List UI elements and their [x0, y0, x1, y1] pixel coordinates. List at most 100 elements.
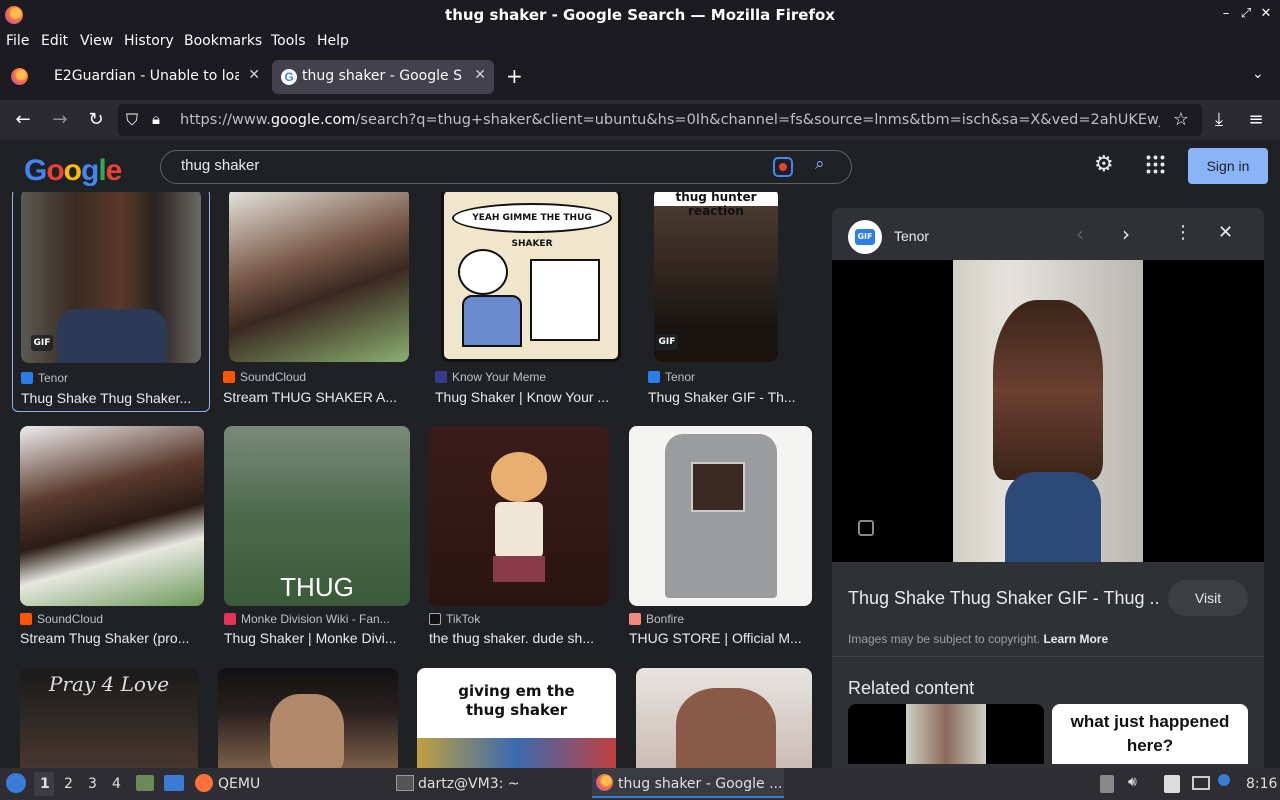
image-result-10[interactable] [218, 668, 398, 768]
image-result-11[interactable]: giving em the thug shaker [417, 668, 616, 768]
image-result-4[interactable]: thug hunter reaction GIF Tenor Thug Shak… [648, 188, 812, 412]
menu-help[interactable]: Help [317, 33, 349, 49]
result-thumbnail[interactable]: thug hunter reaction GIF [654, 188, 778, 362]
shield-icon[interactable]: ⛉ [126, 110, 138, 130]
image-result-6[interactable]: THUG SHAKER Monke Division Wiki - Fan...… [224, 426, 410, 652]
taskbar-app-firefox[interactable]: thug shaker - Google ... [618, 776, 782, 792]
workspace-3[interactable]: 3 [88, 776, 97, 792]
apps-grid-icon[interactable] [1145, 154, 1165, 174]
update-notifier-icon[interactable] [1218, 774, 1230, 786]
menu-tools[interactable]: Tools [271, 33, 306, 49]
result-title[interactable]: Thug Shaker | Know Your ... [435, 389, 615, 405]
workspace-4[interactable]: 4 [112, 776, 121, 792]
file-manager-icon[interactable] [136, 775, 154, 791]
close-tab-icon[interactable]: ✕ [248, 67, 260, 83]
result-thumbnail[interactable] [218, 668, 398, 768]
google-logo[interactable]: Google [24, 154, 122, 188]
result-title[interactable]: Stream THUG SHAKER A... [223, 389, 403, 405]
copyright-notice: Images may be subject to copyright. Lear… [848, 632, 1109, 646]
result-thumbnail[interactable] [20, 426, 204, 606]
panel-source[interactable]: Tenor [894, 228, 929, 244]
settings-gear-icon[interactable]: ⚙ [1094, 152, 1114, 177]
reload-icon[interactable]: ↻ [85, 109, 107, 130]
image-result-8[interactable]: Bonfire THUG STORE | Official M... [629, 426, 812, 652]
image-result-12[interactable] [636, 668, 812, 768]
forward-icon[interactable]: → [49, 109, 71, 130]
image-result-7[interactable]: TikTok the thug shaker. dude sh... [429, 426, 609, 652]
desktop-icon[interactable] [164, 775, 184, 791]
close-tab-icon[interactable]: ✕ [474, 67, 486, 83]
close-window-icon[interactable]: ✕ [1258, 6, 1274, 21]
menu-view[interactable]: View [80, 33, 113, 49]
workspace-1[interactable]: 1 [40, 776, 50, 792]
window-title: thug shaker - Google Search — Mozilla Fi… [445, 6, 835, 24]
sign-in-button[interactable]: Sign in [1188, 148, 1268, 184]
result-thumbnail[interactable]: YEAH GIMME THE THUG SHAKER [441, 188, 621, 362]
url-bar[interactable]: ⛉ 🔒︎ https://www.google.com/search?q=thu… [118, 104, 1202, 136]
result-thumbnail[interactable] [429, 426, 609, 606]
menu-hamburger-icon[interactable]: ≡ [1245, 109, 1267, 130]
terminal-icon[interactable] [396, 775, 414, 791]
result-title[interactable]: THUG STORE | Official M... [629, 630, 805, 646]
menu-bookmarks[interactable]: Bookmarks [184, 33, 262, 49]
related-thumbnail-1[interactable] [848, 704, 1044, 764]
camera-search-icon[interactable] [773, 157, 793, 177]
workspace-2[interactable]: 2 [64, 776, 73, 792]
url-text[interactable]: https://www.google.com/search?q=thug+sha… [180, 112, 1160, 128]
preview-image[interactable] [953, 260, 1143, 562]
menu-history[interactable]: History [124, 33, 174, 49]
previous-icon[interactable]: ‹ [1076, 222, 1084, 246]
notes-icon[interactable] [1164, 775, 1180, 793]
taskbar-app-qemu[interactable]: QEMU [218, 776, 260, 792]
minimize-icon[interactable]: – [1218, 6, 1234, 21]
new-tab-icon[interactable]: + [506, 64, 523, 88]
clipboard-icon[interactable] [1100, 775, 1114, 793]
result-thumbnail[interactable]: Pray 4 Love [20, 668, 198, 768]
firefox-task-icon[interactable] [596, 774, 613, 791]
result-thumbnail[interactable]: THUG SHAKER [224, 426, 410, 606]
list-tabs-icon[interactable]: ⌄ [1252, 66, 1264, 82]
image-result-3[interactable]: YEAH GIMME THE THUG SHAKER Know Your Mem… [435, 188, 621, 412]
more-options-icon[interactable]: ⋮ [1174, 222, 1192, 243]
network-icon[interactable] [1192, 776, 1210, 790]
back-icon[interactable]: ← [12, 109, 34, 130]
menu-file[interactable]: File [6, 33, 29, 49]
bookmark-star-icon[interactable]: ☆ [1170, 109, 1192, 130]
result-title[interactable]: Stream Thug Shaker (pro... [20, 630, 204, 646]
volume-icon[interactable]: 🔊︎ [1128, 774, 1137, 790]
result-thumbnail[interactable]: giving em the thug shaker [417, 668, 616, 768]
visit-button[interactable]: Visit [1168, 580, 1248, 616]
image-result-5[interactable]: SoundCloud Stream Thug Shaker (pro... [20, 426, 204, 652]
tab-google-search[interactable]: G thug shaker - Google Sea ✕ [272, 60, 494, 94]
lens-icon[interactable] [858, 520, 874, 536]
result-thumbnail[interactable]: GIF [21, 189, 201, 363]
image-result-2[interactable]: SoundCloud Stream THUG SHAKER A... [223, 188, 409, 412]
result-thumbnail[interactable] [636, 668, 812, 768]
result-title[interactable]: Thug Shaker | Monke Divi... [224, 630, 410, 646]
search-icon[interactable]: ⌕ [815, 154, 825, 174]
maximize-icon[interactable]: ⤢ [1238, 6, 1254, 21]
taskbar: 1 2 3 4 QEMU dartz@VM3: ~ thug shaker - … [0, 768, 1280, 800]
start-menu-icon[interactable] [6, 773, 26, 793]
menu-edit[interactable]: Edit [41, 33, 68, 49]
tab-e2guardian[interactable]: E2Guardian - Unable to load ✕ [44, 60, 268, 94]
result-source: SoundCloud [223, 370, 306, 384]
image-result-9[interactable]: Pray 4 Love [20, 668, 198, 768]
downloads-icon[interactable]: ⤓ [1208, 109, 1230, 130]
result-title[interactable]: Thug Shake Thug Shaker... [21, 390, 201, 406]
result-title[interactable]: Thug Shaker GIF - Th... [648, 389, 808, 405]
panel-title[interactable]: Thug Shake Thug Shaker GIF - Thug ... [848, 588, 1158, 609]
image-result-1[interactable]: GIF Tenor Thug Shake Thug Shaker... [12, 188, 210, 412]
learn-more-link[interactable]: Learn More [1043, 632, 1108, 646]
result-title[interactable]: the thug shaker. dude sh... [429, 630, 607, 646]
result-thumbnail[interactable] [629, 426, 812, 606]
related-thumbnail-2[interactable]: what just happened here? [1052, 704, 1248, 764]
result-thumbnail[interactable] [229, 188, 409, 362]
qemu-app-icon[interactable] [195, 774, 213, 792]
next-icon[interactable]: › [1122, 222, 1130, 246]
search-input[interactable] [181, 157, 741, 174]
firefox-view-icon[interactable] [11, 68, 28, 85]
lock-icon[interactable]: 🔒︎ [152, 110, 160, 128]
close-panel-icon[interactable]: ✕ [1218, 222, 1233, 243]
taskbar-app-terminal[interactable]: dartz@VM3: ~ [418, 776, 520, 792]
